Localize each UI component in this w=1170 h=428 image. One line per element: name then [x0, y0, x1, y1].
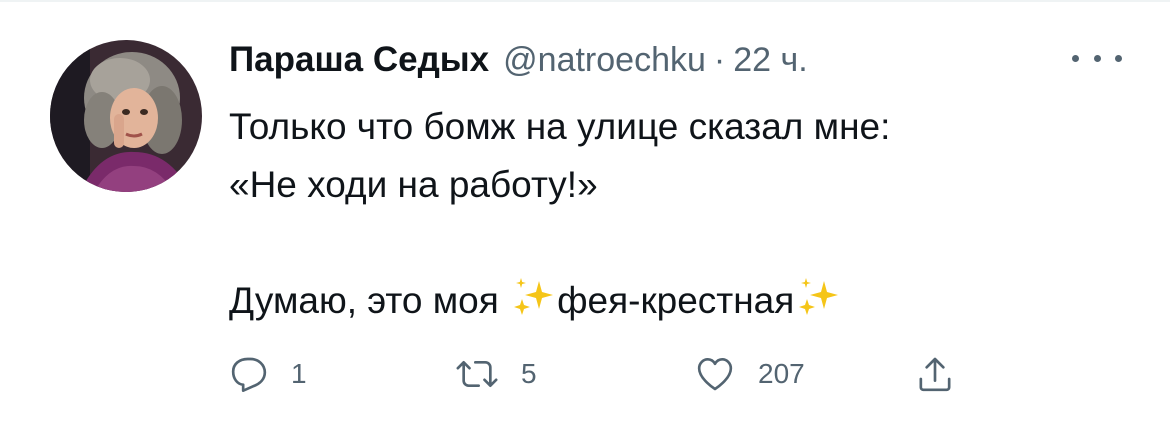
tweet-line: Думаю, это моя фея-крестная	[229, 272, 1129, 330]
avatar[interactable]	[50, 40, 202, 192]
tweet[interactable]: Параша Седых @natroechku · 22 ч. Только …	[0, 0, 1170, 428]
tweet-line-text: Думаю, это моя	[229, 280, 510, 321]
reply-button[interactable]: 1	[229, 352, 307, 396]
like-icon	[697, 358, 733, 391]
more-dot	[1115, 54, 1122, 62]
tweet-line: «Не ходи на работу!»	[229, 164, 598, 205]
retweet-button[interactable]: 5	[455, 352, 537, 396]
sparkles-icon	[514, 278, 554, 315]
more-icon[interactable]	[1072, 50, 1122, 66]
separator: ·	[713, 41, 726, 79]
author-name[interactable]: Параша Седых	[229, 40, 489, 80]
reply-icon	[231, 357, 267, 392]
retweet-count: 5	[521, 358, 537, 389]
sparkles-icon	[799, 278, 839, 315]
author-handle[interactable]: @natroechku	[503, 41, 706, 80]
tweet-actions: 1 5 207	[229, 352, 989, 396]
reply-count: 1	[291, 358, 307, 389]
more-dot	[1093, 54, 1101, 62]
tweet-text: Только что бомж на улице сказал мне: «Не…	[229, 98, 1129, 330]
tweet-line-text: фея-крестная	[557, 280, 795, 321]
like-count: 207	[758, 358, 805, 389]
like-button[interactable]: 207	[694, 352, 805, 396]
divider	[0, 0, 1170, 2]
share-icon	[919, 357, 951, 392]
retweet-icon	[456, 361, 498, 387]
timestamp[interactable]: 22 ч.	[733, 41, 807, 80]
more-dot	[1072, 54, 1079, 62]
tweet-header: Параша Седых @natroechku · 22 ч.	[229, 40, 808, 86]
tweet-line: Только что бомж на улице сказал мне:	[229, 106, 891, 147]
share-button[interactable]	[915, 352, 955, 396]
